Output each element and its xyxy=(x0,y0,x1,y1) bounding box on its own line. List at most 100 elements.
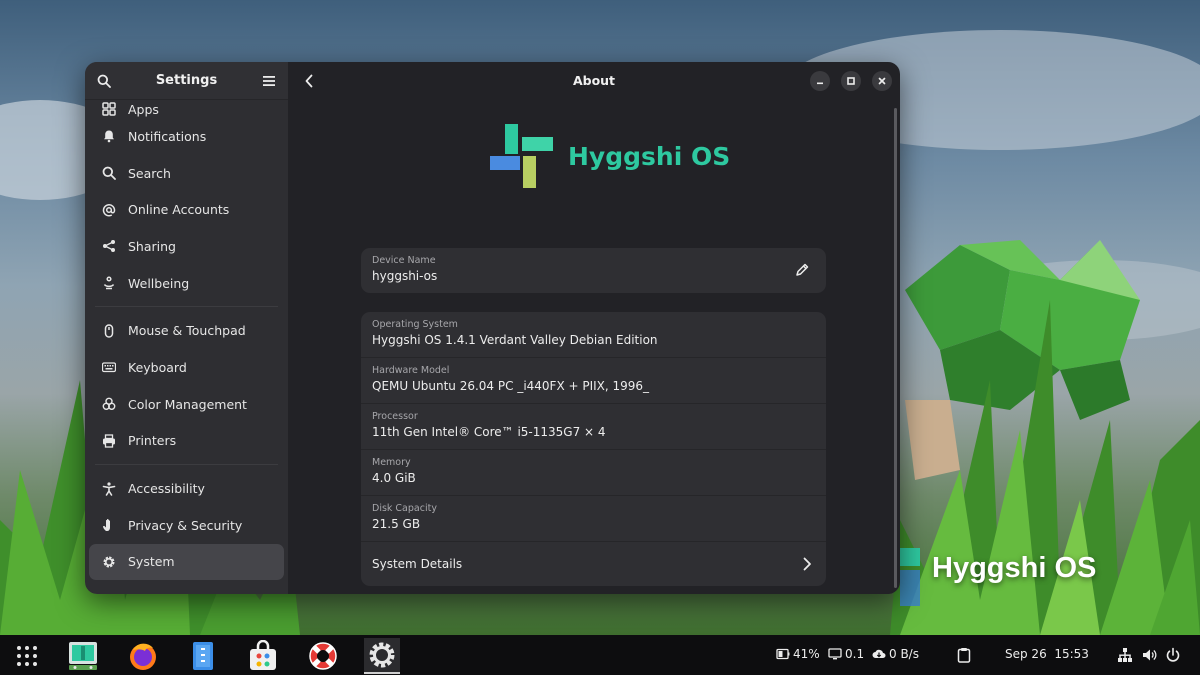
os-brand-name: Hyggshi OS xyxy=(568,142,731,171)
cloud-download-icon xyxy=(872,648,886,660)
power-icon[interactable] xyxy=(1165,647,1181,663)
system-details-row[interactable]: System Details xyxy=(361,542,826,586)
sidebar-item-label: Mouse & Touchpad xyxy=(128,323,246,339)
sidebar-item-system[interactable]: System xyxy=(89,543,284,581)
info-label: Disk Capacity xyxy=(372,503,437,514)
sidebar-item-notifications[interactable]: Notifications xyxy=(89,118,284,155)
sidebar-item-label: Wellbeing xyxy=(128,275,190,291)
sidebar-item-privacy-security[interactable]: Privacy & Security xyxy=(89,507,284,544)
battery-icon xyxy=(776,648,790,660)
info-value: 4.0 GiB xyxy=(372,471,416,485)
info-row-processor: Processor 11th Gen Intel® Core™ i5-1135G… xyxy=(361,404,826,450)
info-row-operating-system: Operating System Hyggshi OS 1.4.1 Verdan… xyxy=(361,312,826,358)
sidebar-item-label: Search xyxy=(128,165,171,181)
sidebar-item-sharing[interactable]: Sharing xyxy=(89,228,284,265)
device-name-row: Device Name hyggshi-os xyxy=(361,248,826,293)
sidebar-item-apps[interactable]: Apps xyxy=(89,100,284,118)
printer-icon xyxy=(101,433,117,449)
clipboard-icon[interactable] xyxy=(957,647,973,663)
sidebar-item-label: Accessibility xyxy=(128,481,205,497)
minimize-icon xyxy=(817,82,823,85)
sidebar-item-accessibility[interactable]: Accessibility xyxy=(89,470,284,507)
accessibility-icon xyxy=(101,481,117,497)
sidebar-item-label: Sharing xyxy=(128,238,176,254)
scrollbar[interactable] xyxy=(894,108,897,588)
close-button[interactable] xyxy=(872,71,892,91)
sidebar-item-label: Privacy & Security xyxy=(128,517,243,533)
sidebar-item-online-accounts[interactable]: Online Accounts xyxy=(89,191,284,228)
cpu-indicator[interactable]: 0.1 xyxy=(828,647,864,661)
battery-indicator[interactable]: 41% xyxy=(776,647,820,661)
content-header: About xyxy=(288,62,900,100)
clock[interactable]: Sep 26 15:53 xyxy=(1005,647,1089,661)
sidebar: Settings Apps Notifications Search Onlin… xyxy=(85,62,288,594)
taskbar-app-settings[interactable] xyxy=(364,638,400,674)
volume-icon[interactable] xyxy=(1141,647,1157,663)
sidebar-header: Settings xyxy=(85,62,288,100)
hamburger-menu-icon[interactable] xyxy=(260,72,278,90)
monitor-icon xyxy=(828,648,842,660)
info-label: Operating System xyxy=(372,319,458,330)
gear-icon xyxy=(369,642,395,668)
info-value: QEMU Ubuntu 26.04 PC _i440FX + PIIX, 199… xyxy=(372,379,650,393)
shopping-bag-icon xyxy=(250,640,276,670)
sidebar-separator xyxy=(95,464,278,466)
sidebar-list: Apps Notifications Search Online Account… xyxy=(85,100,288,581)
taskbar-app-firefox[interactable] xyxy=(125,638,161,674)
sidebar-item-label: Notifications xyxy=(128,128,207,144)
system-monitor-icon xyxy=(69,642,97,670)
sidebar-item-printers[interactable]: Printers xyxy=(89,423,284,460)
sidebar-separator xyxy=(95,306,278,308)
info-row-disk-capacity: Disk Capacity 21.5 GB xyxy=(361,496,826,542)
sidebar-item-label: Keyboard xyxy=(128,359,187,375)
wellbeing-icon xyxy=(101,275,117,291)
at-icon xyxy=(101,202,117,218)
sidebar-item-label: Color Management xyxy=(128,396,247,412)
minimize-button[interactable] xyxy=(810,71,830,91)
sidebar-item-label: System xyxy=(128,554,175,570)
info-row-memory: Memory 4.0 GiB xyxy=(361,450,826,496)
clock-time: 15:53 xyxy=(1054,647,1089,661)
device-name-card: Device Name hyggshi-os xyxy=(361,248,826,293)
network-value: 0 B/s xyxy=(889,647,919,661)
files-icon xyxy=(193,642,213,670)
taskbar-app-software-store[interactable] xyxy=(245,638,281,674)
sidebar-item-color-management[interactable]: Color Management xyxy=(89,386,284,423)
chevron-right-icon xyxy=(800,556,814,572)
sidebar-item-search[interactable]: Search xyxy=(89,155,284,192)
sidebar-item-label: Online Accounts xyxy=(128,202,230,218)
maximize-icon xyxy=(847,77,855,85)
gear-icon xyxy=(101,554,117,570)
info-value: 11th Gen Intel® Core™ i5-1135G7 × 4 xyxy=(372,425,606,439)
edit-icon[interactable] xyxy=(794,262,810,278)
info-label: Memory xyxy=(372,457,411,468)
info-label: Hardware Model xyxy=(372,365,450,376)
settings-window: Settings Apps Notifications Search Onlin… xyxy=(85,62,900,594)
palette-icon xyxy=(101,396,117,412)
clock-date: Sep 26 xyxy=(1005,647,1047,661)
app-grid-icon[interactable] xyxy=(16,645,38,667)
wallpaper-logo-mark xyxy=(900,548,920,606)
device-name-label: Device Name xyxy=(372,255,436,266)
close-icon xyxy=(878,77,886,85)
taskbar-app-system-monitor[interactable] xyxy=(65,638,101,674)
wallpaper-brand-text: Hyggshi OS xyxy=(932,552,1097,584)
info-value: 21.5 GB xyxy=(372,517,421,531)
network-indicator[interactable]: 0 B/s xyxy=(872,647,919,661)
bell-icon xyxy=(101,128,117,144)
system-details-label: System Details xyxy=(372,557,463,571)
sidebar-item-mouse-touchpad[interactable]: Mouse & Touchpad xyxy=(89,312,284,349)
taskbar: 41% 0.1 0 B/s Sep 26 15:53 xyxy=(0,635,1200,675)
taskbar-app-help[interactable] xyxy=(305,638,341,674)
taskbar-app-files[interactable] xyxy=(185,638,221,674)
sidebar-item-wellbeing[interactable]: Wellbeing xyxy=(89,265,284,302)
lifebuoy-icon xyxy=(309,642,337,670)
sidebar-item-keyboard[interactable]: Keyboard xyxy=(89,349,284,386)
cpu-value: 0.1 xyxy=(845,647,865,661)
battery-value: 41% xyxy=(793,647,820,661)
maximize-button[interactable] xyxy=(841,71,861,91)
search-icon[interactable] xyxy=(95,72,113,90)
share-icon xyxy=(101,238,117,254)
sidebar-item-label: Apps xyxy=(128,101,159,117)
network-wired-icon[interactable] xyxy=(1117,647,1133,663)
